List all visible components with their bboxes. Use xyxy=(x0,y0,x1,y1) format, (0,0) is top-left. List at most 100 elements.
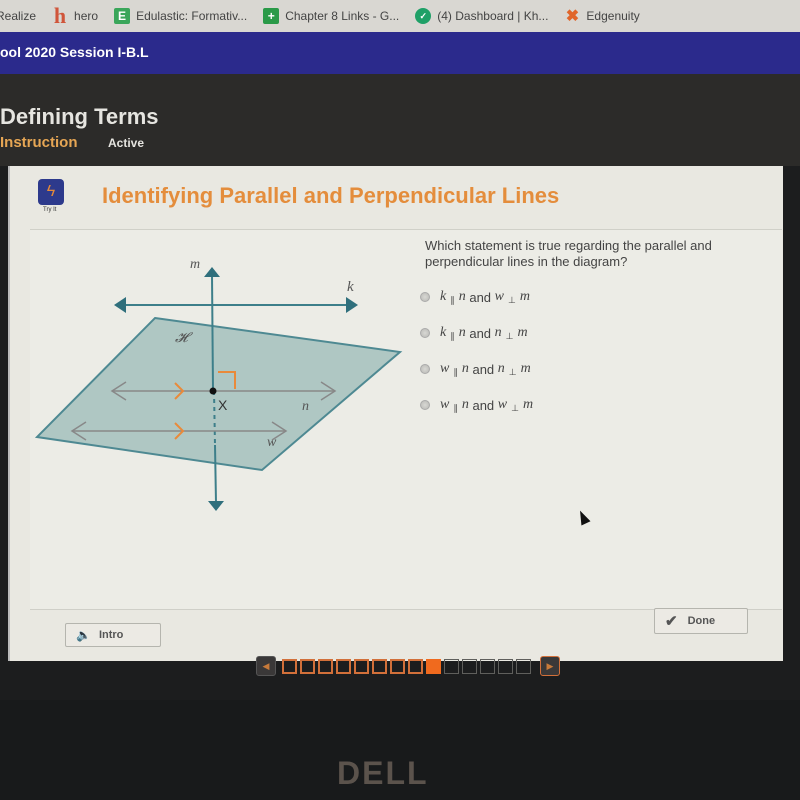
page-indicator-10[interactable] xyxy=(444,658,459,674)
page-indicator-5[interactable] xyxy=(354,658,369,674)
line-k-arrow-left xyxy=(114,297,126,313)
classroom-icon: + xyxy=(263,8,280,24)
line-m-upper xyxy=(211,274,214,392)
radio-button[interactable] xyxy=(420,400,430,410)
page-indicator-11[interactable] xyxy=(462,658,477,674)
page-navigator: ◀ ▶ xyxy=(250,654,566,678)
bookmark-realize[interactable]: Realize xyxy=(0,9,36,23)
option-term: w xyxy=(494,289,505,304)
parallel-symbol: ∥ xyxy=(450,294,455,305)
bookmark-khan[interactable]: ✓ (4) Dashboard | Kh... xyxy=(415,8,548,24)
course-title: ool 2020 Session I-B.L xyxy=(0,44,149,60)
option-term: m xyxy=(520,361,531,376)
activity-panel: ϟ Try It Identifying Parallel and Perpen… xyxy=(8,166,783,661)
page-indicator-9[interactable] xyxy=(426,658,441,674)
page-indicator-14[interactable] xyxy=(516,658,531,674)
status-active: Active xyxy=(108,136,145,150)
bookmark-label: hero xyxy=(74,9,99,23)
label-w: w xyxy=(267,435,277,450)
perpendicular-symbol: ⊥ xyxy=(508,366,517,377)
point-x xyxy=(209,387,217,395)
page-indicator-3[interactable] xyxy=(318,658,333,674)
radio-button[interactable] xyxy=(420,292,430,302)
parallel-symbol: ∥ xyxy=(453,366,458,377)
question-text: Which statement is true regarding the pa… xyxy=(425,238,712,269)
bookmark-label: Edgenuity xyxy=(586,9,640,23)
answer-option-1[interactable]: k ∥ n and w ⊥ m xyxy=(420,289,530,305)
bookmark-label: (4) Dashboard | Kh... xyxy=(437,9,549,23)
line-m-arrow-up xyxy=(204,267,220,277)
activity-title: Identifying Parallel and Perpendicular L… xyxy=(102,183,560,208)
geometry-diagram: m k 𝓗 X n w xyxy=(34,257,403,511)
tab-instruction[interactable]: Instruction xyxy=(0,134,78,151)
lesson-header: Defining Terms Instruction Active xyxy=(0,74,800,166)
label-k: k xyxy=(347,279,354,295)
page-indicators xyxy=(282,658,534,674)
option-term: n xyxy=(458,289,466,304)
intro-label: Intro xyxy=(98,629,124,641)
radio-button[interactable] xyxy=(420,328,430,338)
line-k-arrow-right xyxy=(346,297,358,313)
course-bar: ool 2020 Session I-B.L xyxy=(0,32,800,74)
next-page-button[interactable]: ▶ xyxy=(540,656,560,676)
done-button[interactable]: ✔ Done xyxy=(654,608,748,634)
option-term: k xyxy=(440,325,447,340)
label-n: n xyxy=(302,399,309,414)
answer-option-4[interactable]: w ∥ n and w ⊥ m xyxy=(420,397,533,413)
chevron-left-icon: ◀ xyxy=(262,660,270,671)
line-m-lower xyxy=(214,444,217,504)
plane-h xyxy=(34,316,403,472)
option-term: w xyxy=(440,361,450,376)
page-indicator-6[interactable] xyxy=(372,658,387,674)
hero-icon: h xyxy=(53,3,67,28)
page-indicator-7[interactable] xyxy=(390,658,405,674)
option-term: n xyxy=(461,361,469,376)
page-indicator-1[interactable] xyxy=(282,658,297,674)
perpendicular-symbol: ⊥ xyxy=(508,294,516,305)
speaker-icon: 🔈 xyxy=(76,628,91,642)
option-term: n xyxy=(494,325,502,340)
bookmark-hero[interactable]: h hero xyxy=(52,3,99,28)
option-term: m xyxy=(517,325,528,340)
bookmark-edgenuity[interactable]: ✖ Edgenuity xyxy=(564,8,640,25)
khan-academy-icon: ✓ xyxy=(415,8,432,24)
option-and: and xyxy=(472,397,495,413)
option-term: n xyxy=(458,325,466,340)
answer-option-3[interactable]: w ∥ n and n ⊥ m xyxy=(420,361,531,377)
done-label: Done xyxy=(687,615,716,627)
line-m-arrow-down xyxy=(208,501,224,511)
option-and: and xyxy=(469,289,492,305)
bookmarks-bar: Realize h hero E Edulastic: Formativ... + C… xyxy=(0,0,800,32)
option-term: w xyxy=(440,397,450,412)
perpendicular-symbol: ⊥ xyxy=(511,402,519,413)
bookmark-edulastic[interactable]: E Edulastic: Formativ... xyxy=(114,8,247,24)
parallel-symbol: ∥ xyxy=(453,402,458,413)
bookmark-label: Realize xyxy=(0,9,37,23)
option-term: n xyxy=(497,361,505,376)
page-indicator-12[interactable] xyxy=(480,658,495,674)
radio-button[interactable] xyxy=(420,364,430,374)
label-x: X xyxy=(218,397,228,413)
perpendicular-symbol: ⊥ xyxy=(505,330,514,341)
intro-button[interactable]: 🔈 Intro xyxy=(65,623,161,647)
page-indicator-2[interactable] xyxy=(300,658,315,674)
answer-option-2[interactable]: k ∥ n and n ⊥ m xyxy=(420,325,528,341)
page-indicator-8[interactable] xyxy=(408,658,423,674)
previous-page-button[interactable]: ◀ xyxy=(256,656,276,676)
option-term: n xyxy=(461,397,469,412)
checkmark-icon: ✔ xyxy=(665,613,678,630)
label-m: m xyxy=(190,257,200,272)
lightning-icon: ϟ xyxy=(38,179,64,205)
option-and: and xyxy=(469,325,492,341)
chevron-right-icon: ▶ xyxy=(546,660,554,671)
option-term: k xyxy=(440,289,447,304)
page-indicator-13[interactable] xyxy=(498,658,513,674)
bookmark-chapter8[interactable]: + Chapter 8 Links - G... xyxy=(263,8,399,24)
edulastic-icon: E xyxy=(114,8,131,24)
parallel-symbol: ∥ xyxy=(450,330,455,341)
dell-logo: DELL xyxy=(337,755,429,791)
page-indicator-4[interactable] xyxy=(336,658,351,674)
option-and: and xyxy=(472,361,495,377)
option-term: w xyxy=(497,397,508,412)
lesson-title: Defining Terms xyxy=(0,104,159,129)
